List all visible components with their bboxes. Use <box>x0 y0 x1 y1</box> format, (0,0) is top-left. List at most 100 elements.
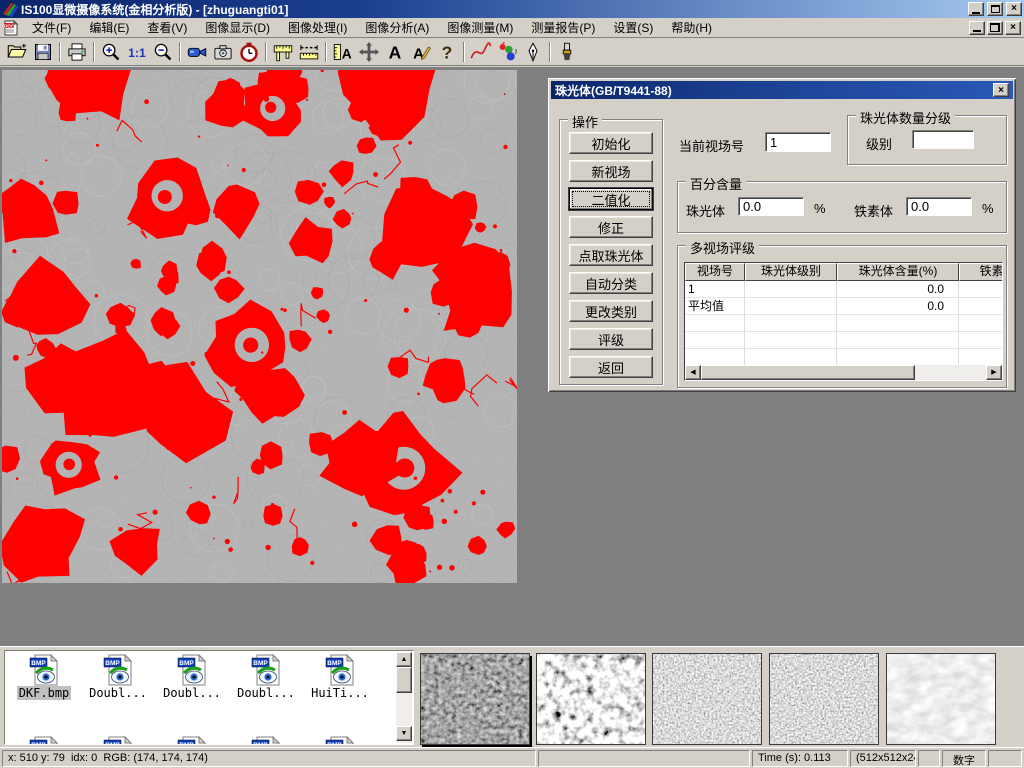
scroll-right-button[interactable]: ▶ <box>986 365 1002 380</box>
caliper-button[interactable] <box>270 40 296 64</box>
move-button[interactable] <box>356 40 382 64</box>
rating-table: 视场号珠光体级别珠光体含量(%)铁素体含量(%) 10.0平均值0.0 ◀ ▶ <box>684 262 1003 381</box>
grade-input[interactable] <box>912 130 974 149</box>
help-button[interactable]: ? <box>434 40 460 64</box>
table-row[interactable]: 10.0 <box>685 281 1003 298</box>
mdi-restore-button[interactable] <box>987 21 1003 35</box>
svg-text:?: ? <box>442 42 453 62</box>
application-window: { "window": { "title": "IS100显微摄像系统(金相分析… <box>0 0 1024 768</box>
open-button[interactable] <box>4 40 30 64</box>
save-button[interactable] <box>30 40 56 64</box>
close-button[interactable]: × <box>1006 2 1022 16</box>
mdi-close-button[interactable]: × <box>1005 21 1021 35</box>
print-button[interactable] <box>64 40 90 64</box>
menu-item[interactable]: 设置(S) <box>604 16 662 39</box>
text-button[interactable]: A <box>382 40 408 64</box>
file-item[interactable]: BMP <box>7 736 81 745</box>
actual-size-button[interactable]: 1:1 <box>124 40 150 64</box>
menu-item[interactable]: 图像分析(A) <box>356 16 438 39</box>
operations-group-label: 操作 <box>568 112 602 131</box>
hscroll-thumb[interactable] <box>701 365 915 380</box>
op-button-8[interactable]: 评级 <box>569 328 653 350</box>
snapshot-button[interactable] <box>210 40 236 64</box>
zoom-out-button[interactable] <box>150 40 176 64</box>
micrograph-image[interactable] <box>2 70 517 583</box>
file-item[interactable]: BMP <box>81 736 155 745</box>
mdi-minimize-button[interactable] <box>969 21 985 35</box>
op-button-6[interactable]: 自动分类 <box>569 272 653 294</box>
svg-text:A: A <box>342 46 352 61</box>
file-item[interactable]: BMP DKF.bmp <box>7 654 81 700</box>
op-button-3[interactable]: 二值化 <box>569 188 653 210</box>
menu-item[interactable]: 查看(V) <box>138 16 196 39</box>
file-list-row1: BMP DKF.bmp BMP Doubl... BMP Doubl... BM… <box>7 654 377 700</box>
table-row[interactable] <box>685 332 1003 349</box>
bmp-file-icon: BMP <box>176 736 208 745</box>
table-cell <box>745 332 837 348</box>
file-item[interactable]: BMP Doubl... <box>155 654 229 700</box>
current-field-input[interactable] <box>765 132 831 152</box>
file-item[interactable]: BMP <box>303 736 377 745</box>
op-button-2[interactable]: 新视场 <box>569 160 653 182</box>
thumbnail-4[interactable] <box>769 653 879 745</box>
op-button-9[interactable]: 返回 <box>569 356 653 378</box>
text-style-button[interactable]: A <box>408 40 434 64</box>
calibration-button[interactable]: A <box>330 40 356 64</box>
ferrite-percent-input[interactable] <box>906 197 972 216</box>
file-item[interactable]: BMP <box>155 736 229 745</box>
menu-item[interactable]: 文件(F) <box>23 16 80 39</box>
pearlite-percent-input[interactable] <box>738 197 804 216</box>
phase-points-button[interactable]: 3 <box>494 40 520 64</box>
thumbnail-3[interactable] <box>652 653 762 745</box>
scroll-down-button[interactable]: ▼ <box>396 726 412 741</box>
length-measure-button[interactable] <box>296 40 322 64</box>
op-button-1[interactable]: 初始化 <box>569 132 653 154</box>
table-row[interactable]: 平均值0.0 <box>685 298 1003 315</box>
brush-button[interactable] <box>554 40 580 64</box>
table-row[interactable] <box>685 349 1003 366</box>
file-item[interactable]: BMP Doubl... <box>81 654 155 700</box>
bmp-file-icon: BMP <box>324 654 356 686</box>
op-button-5[interactable]: 点取珠光体 <box>569 244 653 266</box>
op-button-4[interactable]: 修正 <box>569 216 653 238</box>
file-item[interactable]: BMP HuiTi... <box>303 654 377 700</box>
rating-table-hscrollbar[interactable]: ◀ ▶ <box>685 365 1002 380</box>
menu-item[interactable]: 测量报告(P) <box>522 16 604 39</box>
mdi-minimize-icon <box>973 30 981 32</box>
dialog-title-bar[interactable]: 珠光体(GB/T9441-88) × <box>551 81 1013 99</box>
file-item[interactable]: BMP Doubl... <box>229 654 303 700</box>
curve-button[interactable] <box>468 40 494 64</box>
table-cell <box>959 349 1003 365</box>
menu-item[interactable]: 图像测量(M) <box>438 16 522 39</box>
bmp-file-icon: BMP <box>102 736 134 745</box>
table-cell <box>745 315 837 331</box>
vscroll-thumb[interactable] <box>396 667 412 693</box>
scroll-left-button[interactable]: ◀ <box>685 365 701 380</box>
scroll-up-button[interactable]: ▲ <box>396 652 412 667</box>
camera-icon <box>213 42 233 62</box>
minimize-button[interactable] <box>968 2 984 16</box>
timer-button[interactable] <box>236 40 262 64</box>
percent-group: 百分含量 珠光体 % 铁素体 % <box>677 181 1007 233</box>
menu-item[interactable]: 帮助(H) <box>662 16 721 39</box>
table-cell: 0.0 <box>837 281 959 297</box>
toolbar-separator <box>325 42 327 62</box>
table-row[interactable] <box>685 315 1003 332</box>
menu-item[interactable]: 图像显示(D) <box>196 16 279 39</box>
maximize-button[interactable] <box>987 2 1003 16</box>
pen-button[interactable] <box>520 40 546 64</box>
file-item[interactable]: BMP <box>229 736 303 745</box>
table-header-cell: 珠光体级别 <box>745 263 837 281</box>
dialog-close-button[interactable]: × <box>993 83 1009 97</box>
menu-item[interactable]: 图像处理(I) <box>279 16 356 39</box>
file-list-vscrollbar[interactable]: ▲ ▼ <box>396 652 412 743</box>
thumbnail-1[interactable] <box>420 653 530 745</box>
document-icon[interactable]: DOC <box>3 20 19 36</box>
video-capture-button[interactable] <box>184 40 210 64</box>
thumbnail-2[interactable] <box>536 653 646 745</box>
menu-item[interactable]: 编辑(E) <box>80 16 138 39</box>
thumbnail-5[interactable] <box>886 653 996 745</box>
op-button-7[interactable]: 更改类别 <box>569 300 653 322</box>
zoom-in-button[interactable] <box>98 40 124 64</box>
close-icon: × <box>1011 4 1017 14</box>
